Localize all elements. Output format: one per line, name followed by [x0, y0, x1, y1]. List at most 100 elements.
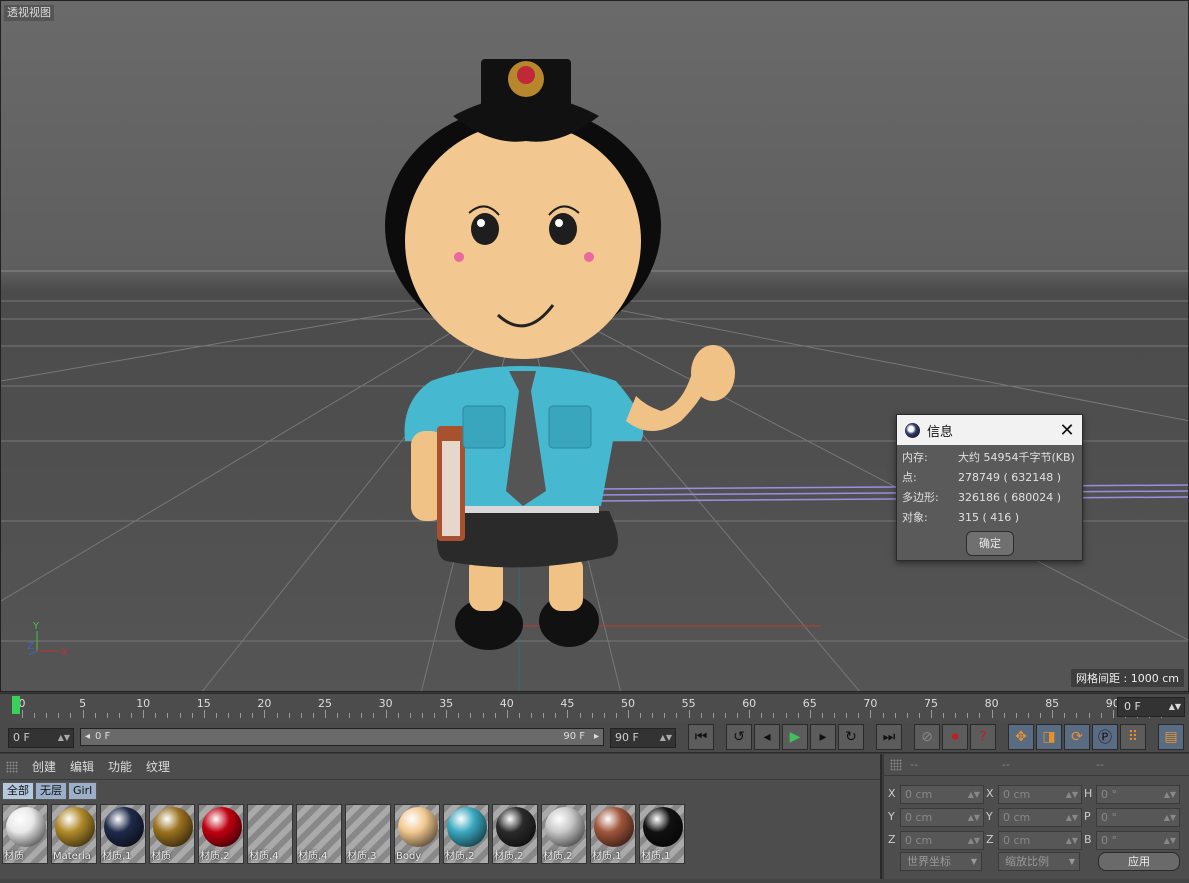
stepper-arrows-icon[interactable]: ▲▼ [968, 786, 980, 803]
range-left-arrow-icon[interactable]: ◂ [85, 729, 90, 745]
coordinate-field[interactable]: 0 ° ▲▼ [1096, 785, 1180, 804]
viewport-title[interactable]: 透视视图 [4, 5, 54, 21]
stepper-arrows-icon[interactable]: ▲▼ [1066, 809, 1078, 826]
size-header: -- [1002, 758, 1010, 771]
coordinate-field[interactable]: 0 ° ▲▼ [1096, 831, 1180, 850]
status-bar [0, 879, 1189, 883]
stepper-arrows-icon[interactable]: ▲▼ [1164, 832, 1176, 849]
material-thumbnail[interactable]: Body [394, 804, 440, 864]
material-thumbnail[interactable]: Materia [51, 804, 97, 864]
coordinate-field[interactable]: 0 cm ▲▼ [900, 785, 984, 804]
record-keys-button[interactable]: ⊘ [914, 724, 940, 750]
material-thumbnail[interactable]: 材质.1 [100, 804, 146, 864]
material-sphere-icon [545, 807, 585, 847]
timeline-window-button[interactable]: ▤ [1158, 724, 1184, 750]
timeline-tick [58, 713, 60, 718]
coordinate-value: 0 ° [1101, 834, 1117, 847]
material-thumbnail[interactable]: 材质.2 [492, 804, 538, 864]
key-param-button[interactable]: Ⓟ [1092, 724, 1118, 750]
apply-button[interactable]: 应用 [1098, 852, 1180, 871]
scale-dropdown[interactable]: 缩放比例 ▼ [998, 852, 1080, 871]
timeline-tick-label: 30 [378, 697, 393, 710]
material-label: 材质.1 [592, 851, 622, 862]
scene-canvas[interactable] [1, 1, 1189, 692]
timeline-tick [1040, 713, 1042, 718]
rotation-header: -- [1096, 758, 1104, 771]
world-coordinates-dropdown[interactable]: 世界坐标 ▼ [900, 852, 982, 871]
info-value: 大约 54954千字节(KB) [958, 451, 1075, 464]
playhead[interactable] [12, 696, 20, 714]
coordinate-field[interactable]: 0 cm ▲▼ [900, 808, 984, 827]
timeline-tick [943, 713, 945, 718]
timeline-tick [1064, 713, 1066, 718]
timeline-tick-label: 70 [863, 697, 878, 710]
timeline-ruler[interactable]: 0 5 10 15 20 25 30 35 40 45 50 55 60 65 70 75 80 85 90 [12, 694, 1163, 722]
info-dialog[interactable]: 信息 ✕ 内存: 大约 54954千字节(KB) 点: 278749 ( 63214… [896, 414, 1083, 561]
material-thumbnail[interactable]: 材质.1 [639, 804, 685, 864]
key-pla-button[interactable]: ⠿ [1120, 724, 1146, 750]
timeline-tick [470, 713, 472, 718]
material-thumbnail[interactable]: 材质.3 [345, 804, 391, 864]
material-label: 材质.2 [200, 851, 230, 862]
material-thumbnail[interactable]: 材质.2 [443, 804, 489, 864]
menu-edit[interactable]: 编辑 [70, 758, 94, 775]
material-thumbnail[interactable]: 材质.2 [198, 804, 244, 864]
key-scale-button[interactable]: ◨ [1036, 724, 1062, 750]
perspective-viewport[interactable]: 透视视图 Y X Z 网格间距 : 1000 cm 信息 ✕ 内存: 大约 549… [0, 0, 1189, 692]
key-rotation-button[interactable]: ⟳ [1064, 724, 1090, 750]
timeline-tick [846, 713, 848, 718]
ok-button[interactable]: 确定 [966, 531, 1014, 556]
next-frame-button[interactable]: ▸ [810, 724, 836, 750]
stepper-arrows-icon[interactable]: ▲▼ [1164, 809, 1176, 826]
tab-girl[interactable]: Girl [68, 782, 98, 800]
material-thumbnail[interactable]: 材质 [149, 804, 195, 864]
coordinate-field[interactable]: 0 ° ▲▼ [1096, 808, 1180, 827]
material-thumbnail[interactable]: 材质.1 [590, 804, 636, 864]
close-icon[interactable]: ✕ [1052, 420, 1082, 441]
grip-icon[interactable] [890, 758, 902, 771]
stepper-arrows-icon[interactable]: ▲▼ [1164, 786, 1176, 803]
prev-key-button[interactable]: ↺ [726, 724, 752, 750]
material-thumbnail[interactable]: 材质.4 [296, 804, 342, 864]
tab-no-layer[interactable]: 无层 [35, 782, 67, 800]
next-key-button[interactable]: ↻ [838, 724, 864, 750]
play-button[interactable]: ▶ [782, 724, 808, 750]
material-thumbnail[interactable]: 材质 [2, 804, 48, 864]
material-thumbnail[interactable]: 材质.4 [247, 804, 293, 864]
coordinate-field[interactable]: 0 cm ▲▼ [998, 785, 1082, 804]
start-frame-field[interactable]: 0 F ▲▼ [8, 728, 74, 748]
goto-end-icon: ⏭ [882, 729, 896, 745]
frame-range-slider[interactable]: ◂ 0 F 90 F ▸ [80, 728, 604, 746]
end-frame-field[interactable]: 90 F ▲▼ [610, 728, 676, 748]
key-position-button[interactable]: ✥ [1008, 724, 1034, 750]
coordinate-field[interactable]: 0 cm ▲▼ [998, 808, 1082, 827]
keyframe-help-button[interactable]: ? [970, 724, 996, 750]
prev-frame-button[interactable]: ◂ [754, 724, 780, 750]
coordinate-field[interactable]: 0 cm ▲▼ [998, 831, 1082, 850]
material-sphere-icon [447, 807, 487, 847]
police-girl-model[interactable] [385, 59, 735, 650]
menu-texture[interactable]: 纹理 [146, 758, 170, 775]
material-thumbnail[interactable]: 材质.2 [541, 804, 587, 864]
goto-start-button[interactable]: ⏮ [688, 724, 714, 750]
timeline[interactable]: 0 5 10 15 20 25 30 35 40 45 50 55 60 65 70 75 80 85 90 0 F… [0, 693, 1189, 722]
timeline-tick [955, 713, 957, 718]
stepper-arrows-icon[interactable]: ▲▼ [1066, 832, 1078, 849]
timeline-tick [749, 710, 751, 718]
timeline-tick [712, 713, 714, 718]
grip-icon[interactable] [6, 760, 18, 773]
stepper-arrows-icon[interactable]: ▲▼ [968, 832, 980, 849]
tab-all[interactable]: 全部 [2, 782, 34, 800]
coordinate-value: 0 cm [905, 811, 933, 824]
range-right-arrow-icon[interactable]: ▸ [594, 729, 599, 745]
material-label: 材质.2 [543, 851, 573, 862]
current-frame-field[interactable]: 0 F ▲▼ [1117, 697, 1185, 717]
menu-function[interactable]: 功能 [108, 758, 132, 775]
goto-end-button[interactable]: ⏭ [876, 724, 902, 750]
menu-create[interactable]: 创建 [32, 758, 56, 775]
stepper-arrows-icon[interactable]: ▲▼ [1066, 786, 1078, 803]
coordinate-field[interactable]: 0 cm ▲▼ [900, 831, 984, 850]
autokey-button[interactable]: ⏺ [942, 724, 968, 750]
stepper-arrows-icon[interactable]: ▲▼ [968, 809, 980, 826]
timeline-tick [494, 713, 496, 718]
